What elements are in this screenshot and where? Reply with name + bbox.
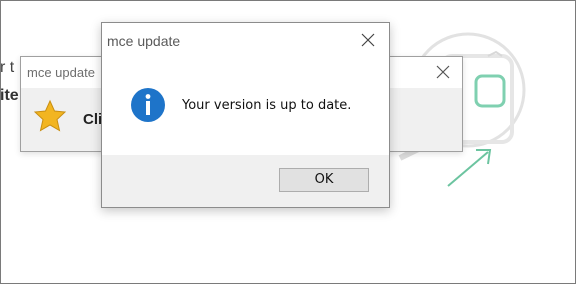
dialog-title: mce update <box>107 33 181 49</box>
dialog-footer: OK <box>102 155 389 207</box>
update-dialog: mce update Your version is up to date. O… <box>101 22 390 208</box>
info-icon <box>131 88 165 122</box>
star-icon <box>33 99 67 132</box>
close-icon[interactable] <box>436 65 450 79</box>
dialog-content: Your version is up to date. <box>102 57 389 155</box>
close-icon[interactable] <box>361 33 375 47</box>
background-text-line-1: r t <box>0 59 15 76</box>
dialog-message: Your version is up to date. <box>182 98 352 113</box>
background-dialog-title: mce update <box>27 65 95 80</box>
background-dialog-message: Cli <box>83 111 103 128</box>
dialog-titlebar[interactable]: mce update <box>102 23 389 57</box>
background-text-line-2: ite <box>0 87 19 104</box>
ok-button[interactable]: OK <box>279 168 369 192</box>
